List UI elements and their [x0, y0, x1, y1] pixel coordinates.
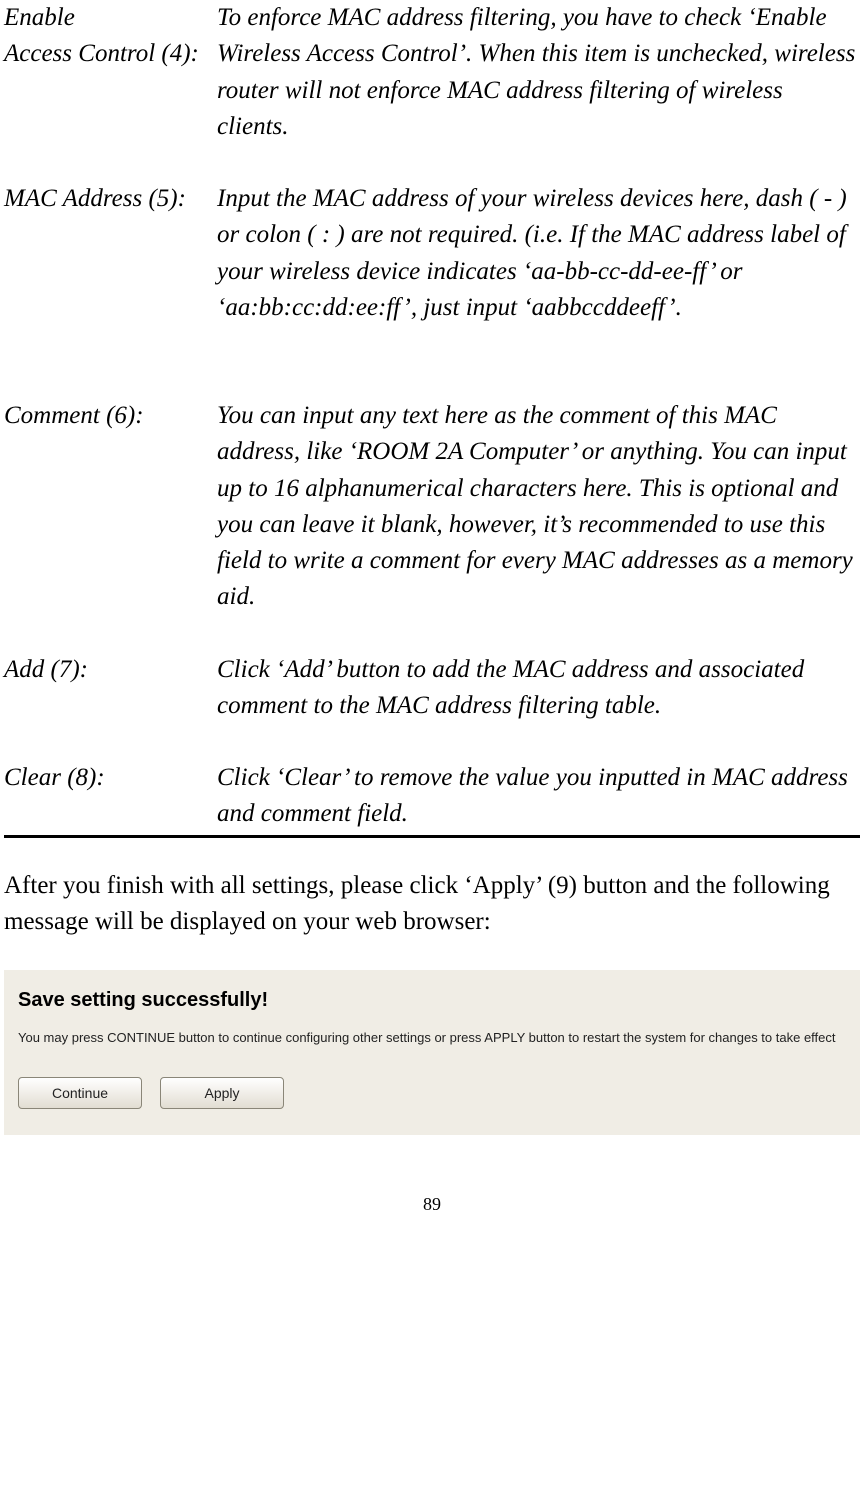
definition-row: Add (7): Click ‘Add’ button to add the M…: [4, 652, 860, 725]
definition-description: Click ‘Clear’ to remove the value you in…: [217, 760, 860, 833]
definition-row: MAC Address (5): Input the MAC address o…: [4, 181, 860, 326]
definition-description: Click ‘Add’ button to add the MAC addres…: [217, 652, 860, 725]
definition-list: Enable Access Control (4): To enforce MA…: [4, 0, 860, 833]
spacer: [4, 616, 860, 652]
definition-term: Clear (8):: [4, 760, 217, 796]
save-success-description: You may press CONTINUE button to continu…: [18, 1029, 846, 1047]
after-settings-text: After you finish with all settings, plea…: [4, 868, 860, 941]
apply-button[interactable]: Apply: [160, 1077, 284, 1109]
definition-description: You can input any text here as the comme…: [217, 398, 860, 616]
horizontal-rule: [4, 835, 860, 838]
continue-button[interactable]: Continue: [18, 1077, 142, 1109]
button-row: Continue Apply: [18, 1077, 846, 1109]
definition-term: Comment (6):: [4, 398, 217, 434]
definition-description: Input the MAC address of your wireless d…: [217, 181, 860, 326]
term-line: Enable: [4, 0, 209, 36]
definition-row: Clear (8): Click ‘Clear’ to remove the v…: [4, 760, 860, 833]
page-number: 89: [4, 1191, 860, 1217]
spacer: [4, 145, 860, 181]
term-line: Comment (6):: [4, 398, 209, 434]
term-line: Add (7):: [4, 652, 209, 688]
term-line: Clear (8):: [4, 760, 209, 796]
save-success-title: Save setting successfully!: [18, 986, 846, 1015]
definition-term: Add (7):: [4, 652, 217, 688]
definition-row: Enable Access Control (4): To enforce MA…: [4, 0, 860, 145]
spacer: [4, 326, 860, 398]
term-line: Access Control (4):: [4, 36, 209, 72]
definition-row: Comment (6): You can input any text here…: [4, 398, 860, 616]
definition-term: Enable Access Control (4):: [4, 0, 217, 73]
term-line: MAC Address (5):: [4, 181, 209, 217]
definition-description: To enforce MAC address filtering, you ha…: [217, 0, 860, 145]
definition-term: MAC Address (5):: [4, 181, 217, 217]
spacer: [4, 724, 860, 760]
browser-message-box: Save setting successfully! You may press…: [4, 970, 860, 1135]
